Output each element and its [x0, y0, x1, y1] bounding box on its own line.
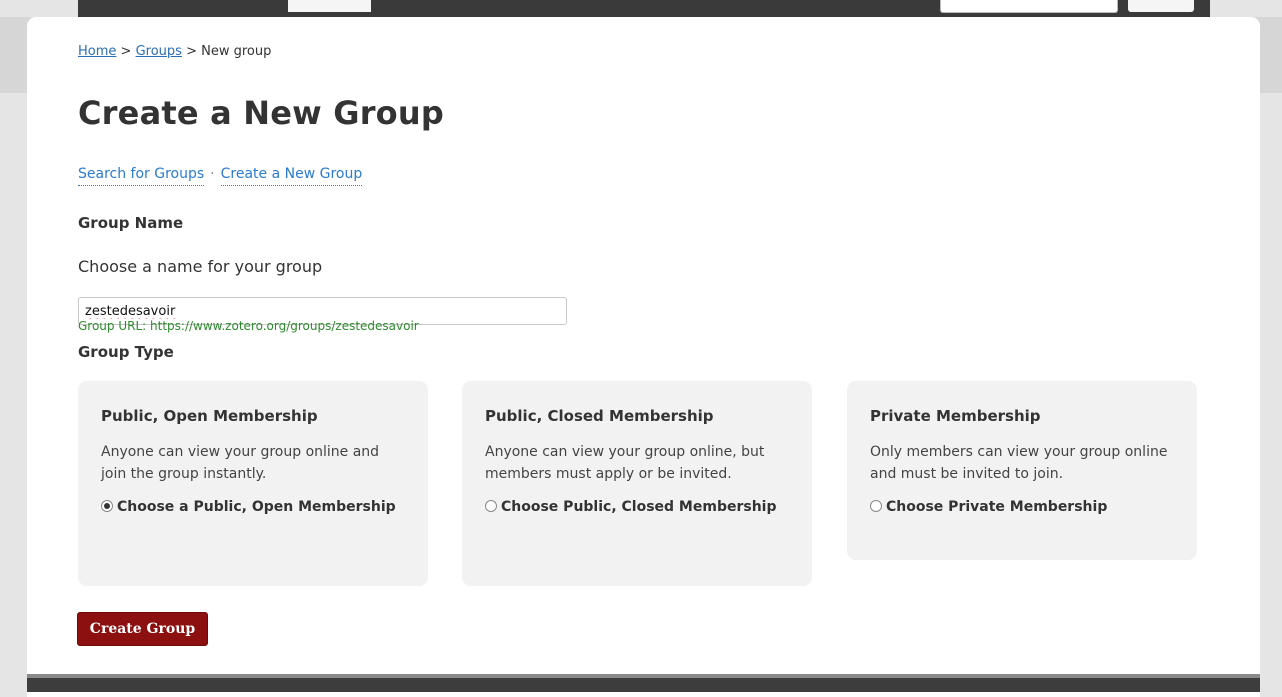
create-group-link[interactable]: Create a New Group [220, 166, 363, 186]
radio-unselected-icon[interactable] [485, 500, 497, 512]
option-box-public-closed: Public, Closed Membership Anyone can vie… [462, 381, 812, 586]
radio-option-public-closed[interactable]: Choose Public, Closed Membership [485, 495, 789, 519]
footer-bar [27, 674, 1260, 692]
option-title: Private Membership [870, 407, 1041, 425]
option-title: Public, Closed Membership [485, 407, 714, 425]
radio-label[interactable]: Choose Private Membership [886, 499, 1107, 515]
top-nav-active-tab[interactable] [288, 0, 371, 12]
top-search-input[interactable] [940, 0, 1118, 13]
option-description: Only members can view your group online … [870, 444, 1168, 482]
top-search-button[interactable] [1128, 0, 1194, 12]
group-url-text: Group URL: https://www.zotero.org/groups… [78, 319, 419, 333]
group-type-heading: Group Type [78, 343, 174, 361]
breadcrumb-current: New group [201, 44, 272, 59]
search-groups-link[interactable]: Search for Groups [78, 166, 205, 186]
option-box-public-open: Public, Open Membership Anyone can view … [78, 381, 428, 586]
create-group-button[interactable]: Create Group [77, 612, 208, 646]
option-box-private: Private Membership Only members can view… [847, 381, 1197, 560]
breadcrumb-separator: > [186, 44, 197, 59]
groups-subnav: Search for Groups · Create a New Group [78, 166, 363, 186]
breadcrumb: Home > Groups > New group [78, 44, 271, 59]
group-name-label: Choose a name for your group [78, 257, 323, 276]
subnav-separator: · [210, 166, 215, 182]
radio-label[interactable]: Choose Public, Closed Membership [501, 499, 777, 515]
option-title: Public, Open Membership [101, 407, 318, 425]
breadcrumb-groups-link[interactable]: Groups [136, 44, 182, 59]
option-description: Anyone can view your group online and jo… [101, 444, 380, 482]
group-name-heading: Group Name [78, 214, 184, 232]
radio-selected-icon[interactable] [101, 500, 113, 512]
radio-option-public-open[interactable]: Choose a Public, Open Membership [101, 495, 405, 519]
radio-unselected-icon[interactable] [870, 500, 882, 512]
page-title: Create a New Group [78, 94, 444, 132]
radio-label[interactable]: Choose a Public, Open Membership [117, 499, 396, 515]
content-card: Home > Groups > New group Create a New G… [27, 17, 1260, 697]
radio-option-private[interactable]: Choose Private Membership [870, 495, 1174, 519]
breadcrumb-home-link[interactable]: Home [78, 44, 116, 59]
option-description: Anyone can view your group online, but m… [485, 444, 765, 482]
breadcrumb-separator: > [120, 44, 132, 59]
